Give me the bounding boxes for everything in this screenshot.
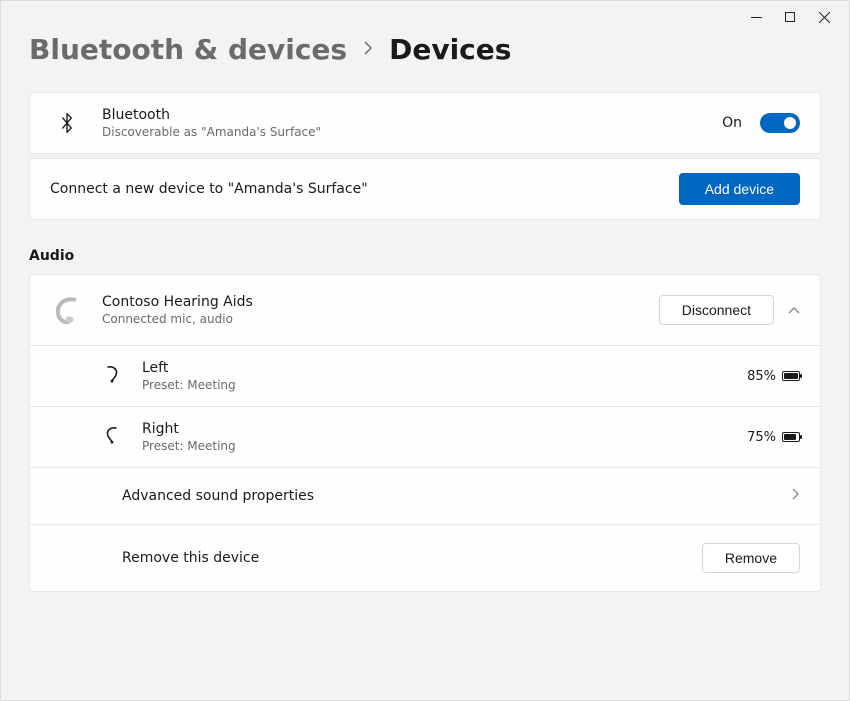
remove-button[interactable]: Remove	[702, 543, 800, 573]
maximize-button[interactable]	[783, 10, 797, 24]
ear-left-icon	[104, 365, 130, 387]
chevron-right-icon	[792, 488, 800, 504]
audio-heading: Audio	[29, 248, 821, 264]
device-name: Contoso Hearing Aids	[102, 294, 659, 310]
ear-right-icon	[104, 426, 130, 448]
add-device-button[interactable]: Add device	[679, 173, 800, 205]
disconnect-button[interactable]: Disconnect	[659, 295, 774, 325]
bluetooth-state-label: On	[722, 115, 742, 131]
left-preset: Preset: Meeting	[142, 378, 747, 392]
left-battery: 85%	[747, 369, 800, 384]
right-preset: Preset: Meeting	[142, 439, 747, 453]
breadcrumb-current: Devices	[389, 33, 511, 66]
remove-label: Remove this device	[122, 550, 702, 566]
bluetooth-toggle[interactable]	[760, 113, 800, 133]
right-battery: 75%	[747, 430, 800, 445]
breadcrumb-parent[interactable]: Bluetooth & devices	[29, 33, 347, 66]
right-ear-row: Right Preset: Meeting 75%	[29, 407, 821, 468]
left-label: Left	[142, 360, 747, 376]
chevron-right-icon	[363, 39, 373, 60]
bluetooth-title: Bluetooth	[102, 107, 722, 123]
hearing-aid-icon	[50, 289, 84, 331]
battery-icon	[782, 371, 800, 381]
right-label: Right	[142, 421, 747, 437]
bluetooth-subtitle: Discoverable as "Amanda's Surface"	[102, 125, 722, 139]
minimize-button[interactable]	[749, 10, 763, 24]
battery-icon	[782, 432, 800, 442]
breadcrumb: Bluetooth & devices Devices	[29, 33, 821, 66]
bluetooth-icon	[50, 112, 84, 134]
close-button[interactable]	[817, 10, 831, 24]
device-status: Connected mic, audio	[102, 312, 659, 326]
remove-device-row: Remove this device Remove	[29, 525, 821, 592]
advanced-sound-row[interactable]: Advanced sound properties	[29, 468, 821, 525]
window-titlebar	[749, 1, 849, 33]
device-row[interactable]: Contoso Hearing Aids Connected mic, audi…	[29, 274, 821, 346]
chevron-up-icon[interactable]	[788, 303, 800, 318]
left-ear-row: Left Preset: Meeting 85%	[29, 346, 821, 407]
connect-text: Connect a new device to "Amanda's Surfac…	[50, 181, 679, 197]
connect-card: Connect a new device to "Amanda's Surfac…	[29, 158, 821, 220]
bluetooth-card: Bluetooth Discoverable as "Amanda's Surf…	[29, 92, 821, 154]
advanced-label: Advanced sound properties	[122, 488, 778, 504]
